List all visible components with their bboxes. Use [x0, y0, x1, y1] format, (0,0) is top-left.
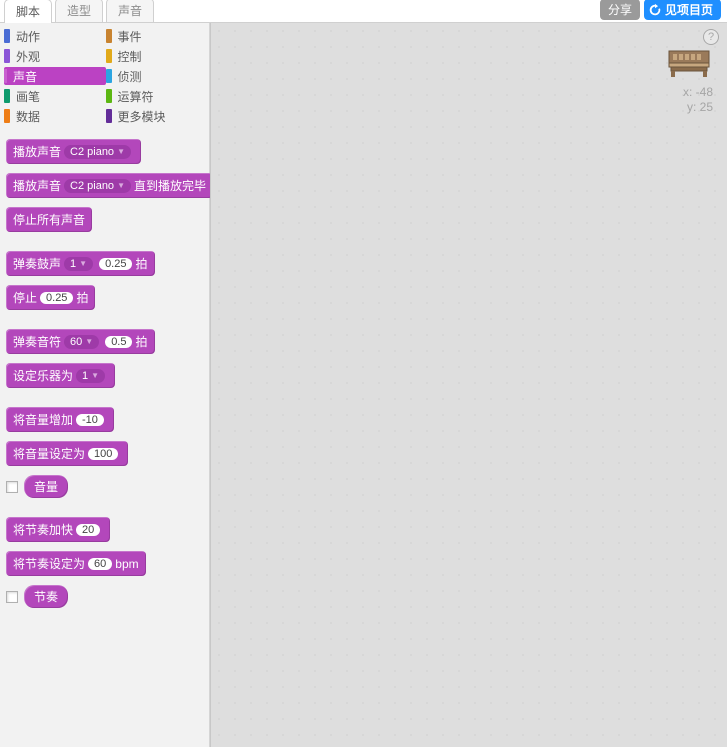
block-set-tempo[interactable]: 将节奏设定为60bpm: [6, 551, 146, 576]
category-more[interactable]: 更多模块: [106, 107, 208, 125]
input-beats[interactable]: 0.25: [99, 258, 132, 270]
chevron-down-icon: ▼: [79, 259, 87, 268]
input-tempo-change[interactable]: 20: [76, 524, 100, 536]
block-play-drum[interactable]: 弹奏鼓声1▼0.25拍: [6, 251, 155, 276]
block-play-note[interactable]: 弹奏音符60▼0.5拍: [6, 329, 155, 354]
block-palette-panel: 动作 外观 声音 画笔 数据 事件 控制 侦测 运算符 更多模块 播放声音C2 …: [0, 23, 210, 747]
tab-bar: 脚本 造型 声音 分享 见项目页: [0, 0, 727, 23]
block-rest[interactable]: 停止0.25拍: [6, 285, 95, 310]
tab-costumes[interactable]: 造型: [55, 0, 103, 22]
dropdown-sound[interactable]: C2 piano▼: [64, 179, 131, 193]
help-icon[interactable]: ?: [703, 29, 719, 45]
block-play-sound-until-done[interactable]: 播放声音C2 piano▼直到播放完毕: [6, 173, 213, 198]
input-beats[interactable]: 0.25: [40, 292, 73, 304]
refresh-icon: [648, 3, 662, 17]
input-tempo[interactable]: 60: [88, 558, 112, 570]
dropdown-note[interactable]: 60▼: [64, 335, 99, 349]
chevron-down-icon: ▼: [85, 337, 93, 346]
dropdown-sound[interactable]: C2 piano▼: [64, 145, 131, 159]
tab-scripts[interactable]: 脚本: [4, 0, 52, 23]
mouse-coordinates: x: -48 y: 25: [683, 85, 713, 115]
dropdown-instrument[interactable]: 1▼: [76, 369, 105, 383]
chevron-down-icon: ▼: [117, 147, 125, 156]
input-volume-change[interactable]: -10: [76, 414, 104, 426]
chevron-down-icon: ▼: [117, 181, 125, 190]
checkbox-volume-monitor[interactable]: [6, 481, 18, 493]
category-control[interactable]: 控制: [106, 47, 208, 65]
category-sound[interactable]: 声音: [4, 67, 106, 85]
category-data[interactable]: 数据: [4, 107, 106, 125]
checkbox-tempo-monitor[interactable]: [6, 591, 18, 603]
block-stop-all-sounds[interactable]: 停止所有声音: [6, 207, 92, 232]
block-set-volume[interactable]: 将音量设定为100: [6, 441, 128, 466]
block-palette[interactable]: 播放声音C2 piano▼ 播放声音C2 piano▼直到播放完毕 停止所有声音…: [0, 133, 209, 608]
dropdown-drum[interactable]: 1▼: [64, 257, 93, 271]
sprite-thumbnail-piano[interactable]: [667, 47, 711, 79]
input-beats[interactable]: 0.5: [105, 336, 132, 348]
scripts-area[interactable]: ? x: -48 y: 25: [210, 23, 727, 747]
block-set-instrument[interactable]: 设定乐器为1▼: [6, 363, 115, 388]
tab-sounds[interactable]: 声音: [106, 0, 154, 22]
see-project-label: 见项目页: [665, 1, 713, 18]
category-list: 动作 外观 声音 画笔 数据 事件 控制 侦测 运算符 更多模块: [0, 23, 209, 133]
input-volume[interactable]: 100: [88, 448, 118, 460]
top-right-controls: 分享 见项目页: [600, 0, 727, 20]
block-change-volume[interactable]: 将音量增加-10: [6, 407, 114, 432]
block-play-sound[interactable]: 播放声音C2 piano▼: [6, 139, 141, 164]
see-project-button[interactable]: 见项目页: [644, 0, 721, 20]
category-operators[interactable]: 运算符: [106, 87, 208, 105]
category-sensing[interactable]: 侦测: [106, 67, 208, 85]
block-change-tempo[interactable]: 将节奏加快20: [6, 517, 110, 542]
chevron-down-icon: ▼: [91, 371, 99, 380]
category-looks[interactable]: 外观: [4, 47, 106, 65]
category-motion[interactable]: 动作: [4, 27, 106, 45]
reporter-tempo[interactable]: 节奏: [24, 585, 68, 608]
reporter-volume[interactable]: 音量: [24, 475, 68, 498]
category-pen[interactable]: 画笔: [4, 87, 106, 105]
share-button[interactable]: 分享: [600, 0, 640, 20]
category-events[interactable]: 事件: [106, 27, 208, 45]
